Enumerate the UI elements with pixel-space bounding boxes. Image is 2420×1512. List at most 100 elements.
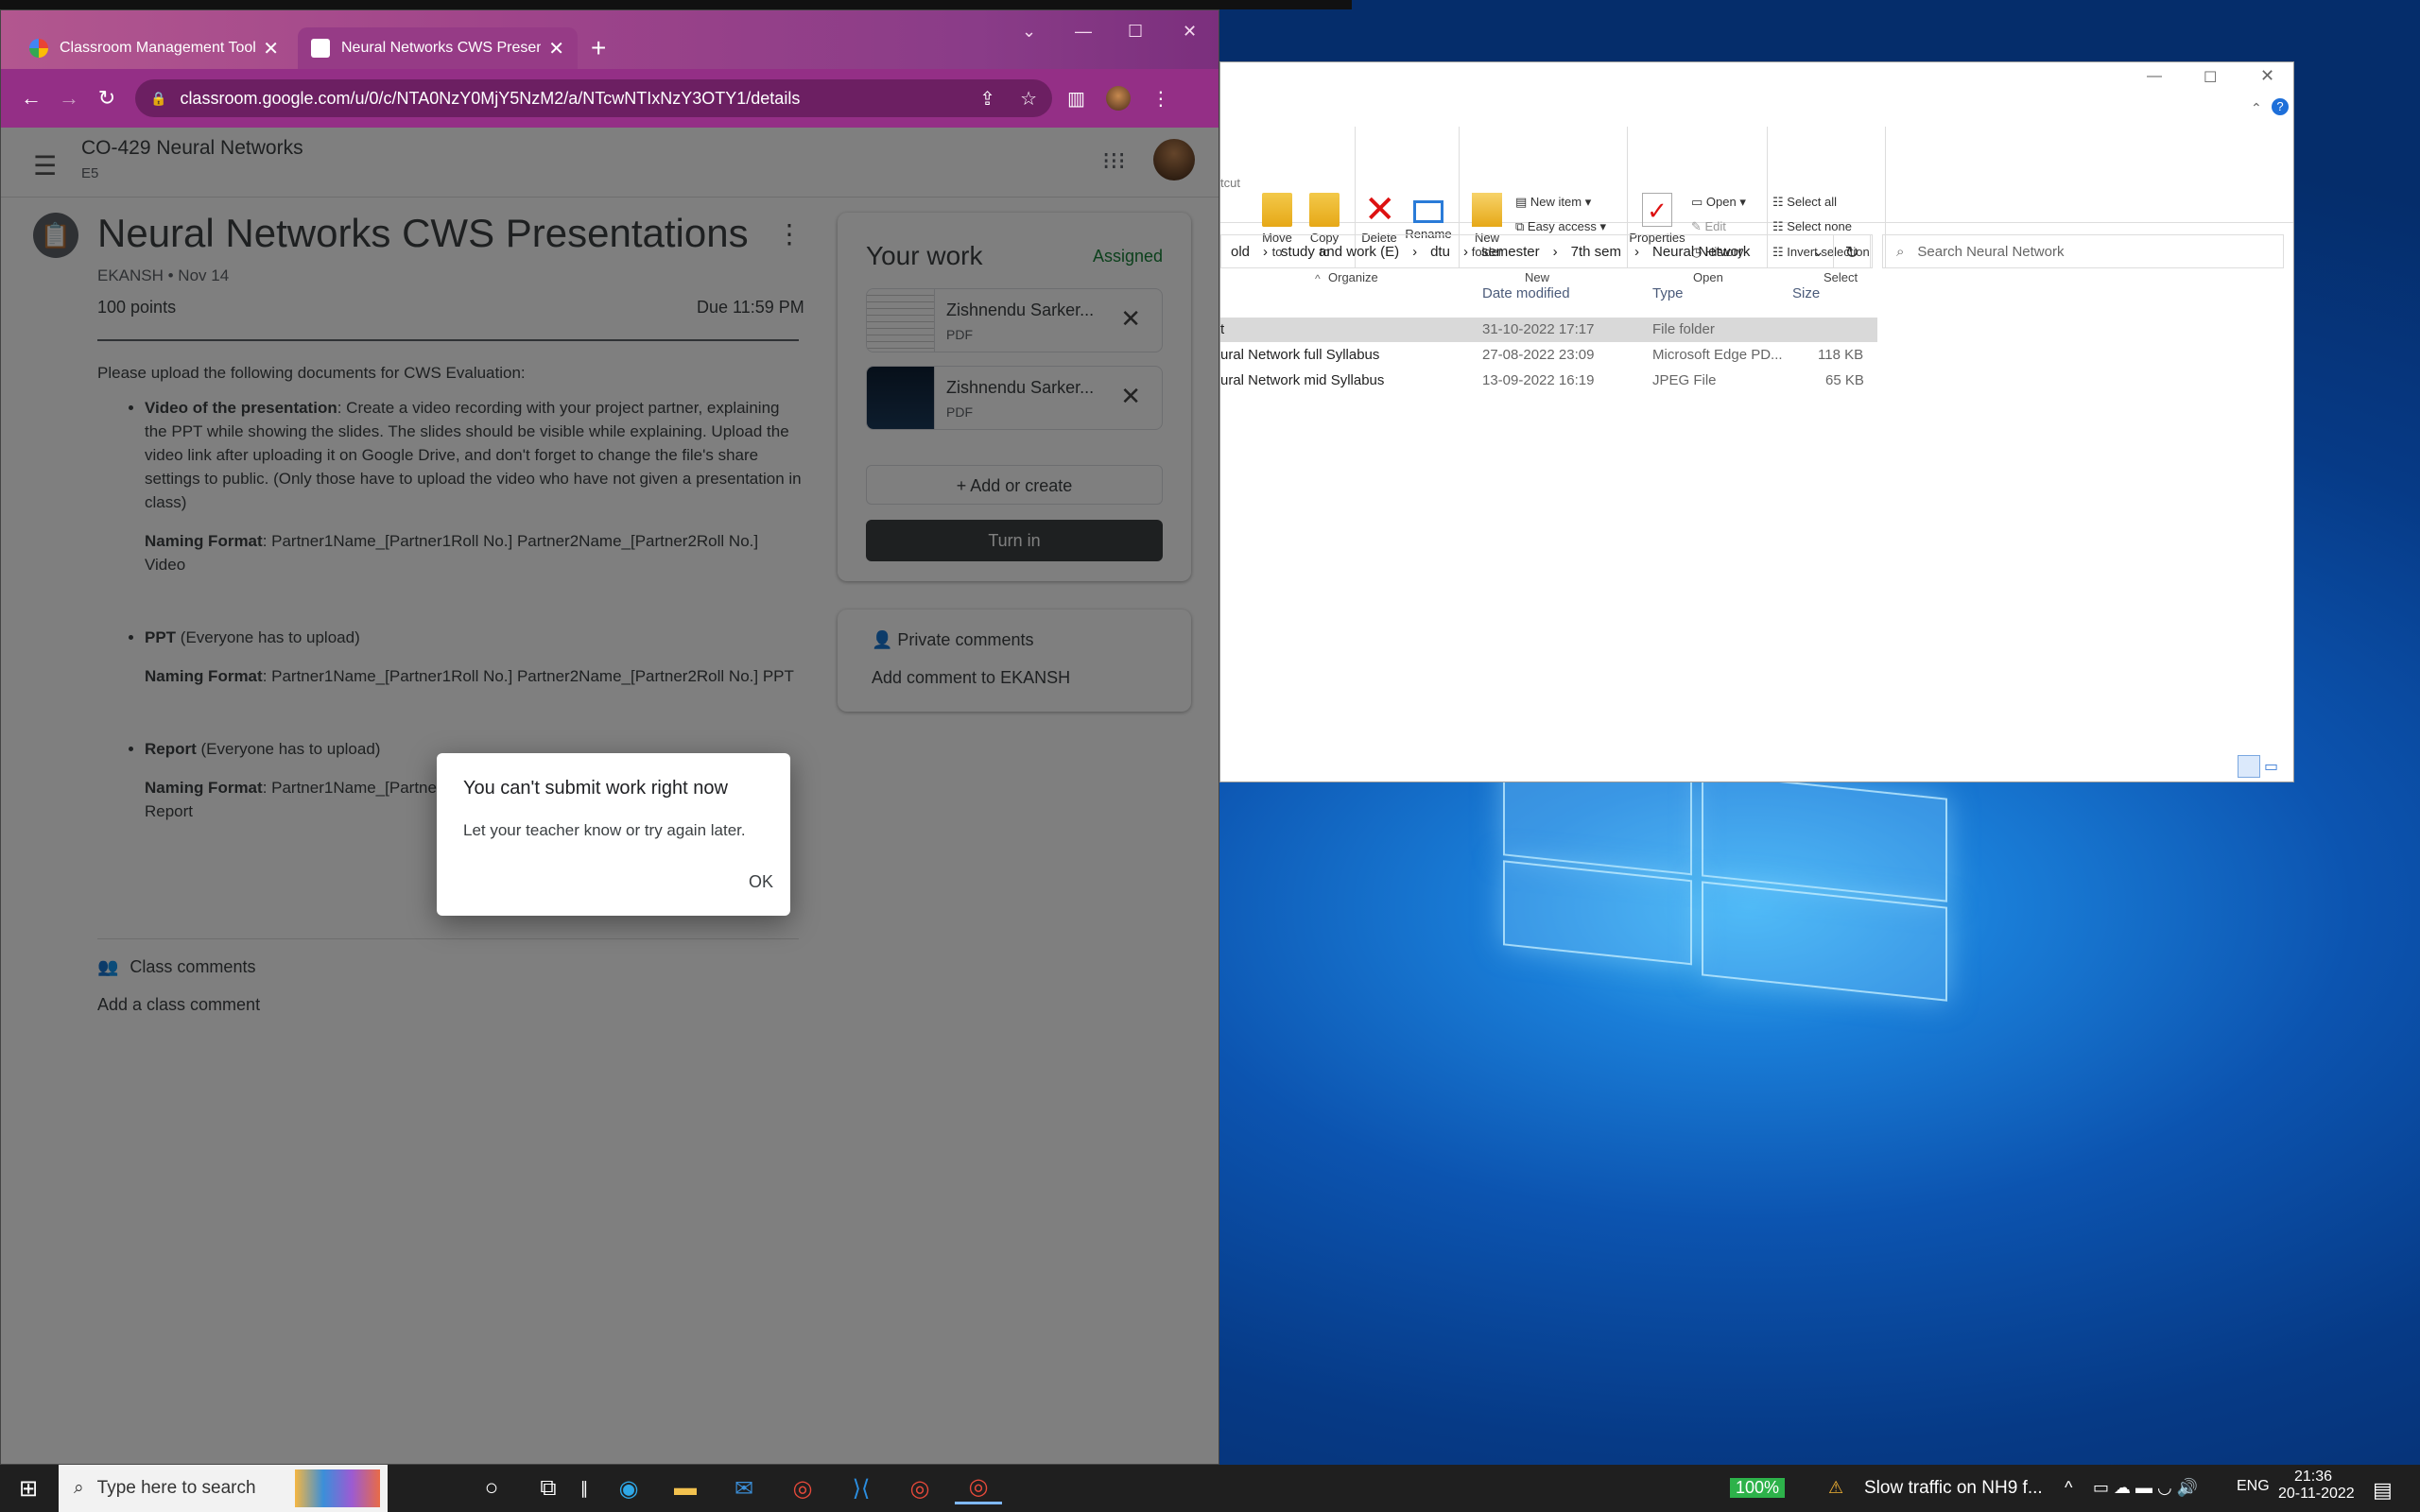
- chrome-profile-icon[interactable]: ◎: [896, 1472, 943, 1504]
- minimize-button[interactable]: —: [2147, 68, 2162, 85]
- rename-icon: [1413, 200, 1443, 223]
- taskbar-search-placeholder: Type here to search: [96, 1478, 256, 1498]
- file-row[interactable]: ural Network mid Syllabus 13-09-2022 16:…: [1220, 369, 1877, 393]
- classroom-icon: [311, 39, 330, 58]
- close-tab-icon[interactable]: ✕: [548, 37, 564, 60]
- ok-button[interactable]: OK: [749, 872, 773, 892]
- easy-access-button[interactable]: ⧉ Easy access ▾: [1515, 219, 1606, 234]
- minimize-button[interactable]: —: [1075, 22, 1092, 42]
- details-view-icon[interactable]: [2238, 755, 2260, 778]
- clock-date: 20-11-2022: [2278, 1486, 2355, 1502]
- select-none-button[interactable]: ☷ Select none: [1772, 219, 1852, 234]
- ribbon-collapse-icon[interactable]: ⌃: [2251, 100, 2262, 116]
- back-icon[interactable]: ←: [12, 86, 50, 111]
- side-panel-icon[interactable]: ▥: [1067, 87, 1085, 111]
- mail-icon[interactable]: ✉: [720, 1472, 768, 1504]
- battery-saver-badge[interactable]: 100%: [1730, 1478, 1786, 1498]
- cortana-icon[interactable]: ○: [473, 1472, 510, 1504]
- search-icon: ⌕: [74, 1478, 84, 1498]
- new-tab-button[interactable]: +: [591, 33, 606, 63]
- group-organize: Organize: [1328, 270, 1378, 284]
- taskbar: ⊞ ⌕ Type here to search ○ ⧉ ∥ ◉ ▬ ✉ ◎ ⟩⟨…: [0, 1465, 2420, 1512]
- maximize-button[interactable]: ☐: [1128, 22, 1143, 42]
- taskbar-separator-icon: ∥: [579, 1478, 589, 1498]
- breadcrumb-item[interactable]: Neural Network: [1652, 244, 1750, 260]
- search-highlight-image: [295, 1469, 380, 1507]
- delete-icon: ✕: [1364, 189, 1396, 231]
- breadcrumb-item[interactable]: 7th sem: [1571, 244, 1621, 260]
- file-row[interactable]: t 31-10-2022 17:17 File folder: [1220, 318, 1877, 342]
- profile-avatar[interactable]: [1105, 86, 1131, 111]
- file-row[interactable]: ural Network full Syllabus 27-08-2022 23…: [1220, 343, 1877, 368]
- file-date: 13-09-2022 16:19: [1482, 372, 1595, 388]
- edge-icon[interactable]: ◉: [605, 1472, 652, 1504]
- share-icon[interactable]: ⇪: [979, 87, 995, 111]
- select-all-button[interactable]: ☷ Select all: [1772, 195, 1837, 210]
- file-name: ural Network full Syllabus: [1220, 347, 1380, 363]
- large-icons-view-icon[interactable]: ▭: [2264, 757, 2278, 776]
- search-box[interactable]: ⌕ Search Neural Network: [1882, 234, 2284, 268]
- column-type[interactable]: Type: [1652, 285, 1684, 301]
- url-bar[interactable]: 🔒 classroom.google.com/u/0/c/NTA0NzY0MjY…: [135, 79, 1052, 117]
- breadcrumb-separator-icon: ›: [1462, 243, 1468, 260]
- show-hidden-icons[interactable]: ^: [2065, 1478, 2072, 1498]
- error-dialog: You can't submit work right now Let your…: [437, 753, 790, 916]
- chrome-icon[interactable]: ◎: [779, 1472, 826, 1504]
- language-indicator[interactable]: ENG: [2237, 1478, 2270, 1495]
- address-bar[interactable]: old › study and work (E) › dtu › semester › …: [1220, 234, 1873, 268]
- notification-icon[interactable]: ▤: [2373, 1478, 2393, 1503]
- chrome-active-icon[interactable]: ◎: [955, 1472, 1002, 1504]
- background-window-strip: [0, 0, 1352, 9]
- close-button[interactable]: ✕: [2260, 66, 2274, 86]
- clock-time: 21:36: [2293, 1469, 2333, 1485]
- tray-icons[interactable]: ▭ ☁ ▬ ◡ 🔊: [2093, 1478, 2198, 1498]
- reload-icon[interactable]: ↻: [88, 86, 126, 111]
- close-button[interactable]: ✕: [1183, 22, 1197, 42]
- column-size[interactable]: Size: [1792, 285, 1820, 301]
- chrome-menu-icon[interactable]: ⋮: [1151, 87, 1170, 111]
- breadcrumb-item[interactable]: old: [1231, 244, 1250, 260]
- group-open: Open: [1693, 270, 1723, 284]
- ribbon-shortcut-fragment: tcut: [1220, 176, 1240, 190]
- breadcrumb-item[interactable]: study and work (E): [1281, 244, 1399, 260]
- refresh-button[interactable]: ↻: [1833, 234, 1871, 268]
- tab-classroom-tools[interactable]: Classroom Management Tools & ✕: [16, 27, 292, 69]
- tab-search-icon[interactable]: ⌄: [1022, 22, 1036, 42]
- news-widget[interactable]: Slow traffic on NH9 f...: [1864, 1478, 2043, 1499]
- tab-label: Neural Networks CWS Presentati: [341, 40, 541, 56]
- column-date-modified[interactable]: Date modified: [1482, 285, 1570, 301]
- toolbar: ← → ↻ 🔒 classroom.google.com/u/0/c/NTA0N…: [1, 69, 1219, 128]
- clock[interactable]: 21:36 20-11-2022: [2278, 1469, 2355, 1503]
- edit-button[interactable]: ✎ Edit: [1691, 219, 1726, 234]
- search-placeholder: Search Neural Network: [1917, 243, 2065, 260]
- breadcrumb-item[interactable]: semester: [1481, 244, 1540, 260]
- open-button[interactable]: ▭ Open ▾: [1691, 195, 1746, 210]
- file-type: File folder: [1652, 321, 1715, 337]
- bookmark-star-icon[interactable]: ☆: [1020, 87, 1037, 111]
- properties-icon: ✓: [1642, 193, 1672, 227]
- path-dropdown-icon[interactable]: ⌄: [1812, 243, 1824, 260]
- tab-neural-networks[interactable]: Neural Networks CWS Presentati ✕: [298, 27, 578, 69]
- task-view-icon[interactable]: ⧉: [529, 1472, 567, 1504]
- file-explorer-icon[interactable]: ▬: [662, 1472, 709, 1504]
- ribbon: tcut Move to Copy to ✕ Delete Rename Org…: [1220, 119, 2293, 284]
- close-tab-icon[interactable]: ✕: [263, 37, 279, 60]
- breadcrumb-item[interactable]: dtu: [1430, 244, 1450, 260]
- group-select: Select: [1824, 270, 1858, 284]
- lock-icon: 🔒: [150, 90, 167, 106]
- start-button-icon[interactable]: ⊞: [11, 1472, 45, 1504]
- google-icon: [29, 39, 48, 58]
- file-date: 31-10-2022 17:17: [1482, 321, 1595, 337]
- file-name: t: [1220, 321, 1225, 337]
- file-size: 118 KB: [1818, 347, 1864, 363]
- help-icon[interactable]: ?: [2272, 98, 2289, 115]
- new-item-button[interactable]: ▤ New item ▾: [1515, 195, 1591, 210]
- vscode-icon[interactable]: ⟩⟨: [838, 1472, 885, 1504]
- tab-strip: Classroom Management Tools & ✕ Neural Ne…: [1, 10, 1219, 69]
- breadcrumb-separator-icon: ›: [1552, 243, 1558, 260]
- file-type: Microsoft Edge PD...: [1652, 347, 1783, 363]
- maximize-button[interactable]: ☐: [2204, 68, 2217, 87]
- dialog-message: Let your teacher know or try again later…: [463, 821, 746, 839]
- taskbar-search[interactable]: ⌕ Type here to search: [59, 1465, 388, 1512]
- forward-icon[interactable]: →: [50, 86, 88, 111]
